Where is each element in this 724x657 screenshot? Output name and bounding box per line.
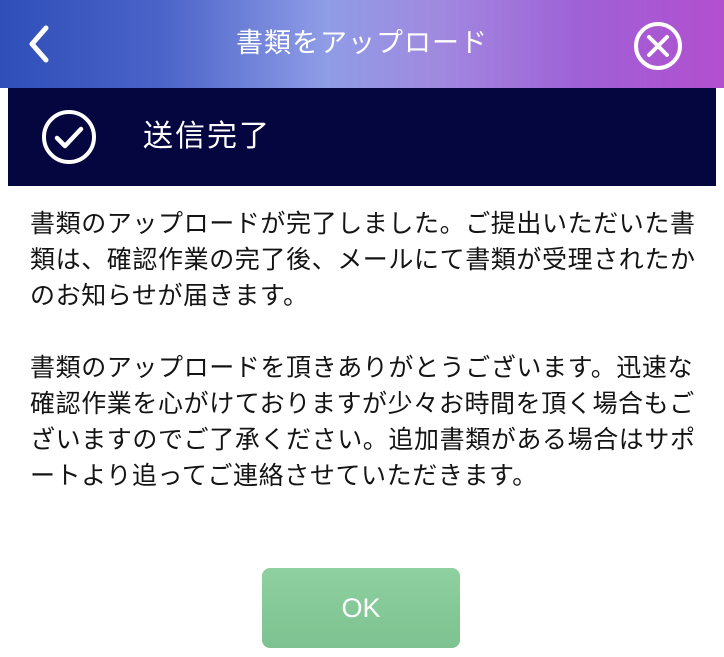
message-paragraph-1: 書類のアップロードが完了しました。ご提出いただいた書類は、確認作業の完了後、メー… — [30, 209, 696, 310]
chevron-left-icon — [29, 25, 49, 63]
back-button[interactable] — [22, 22, 58, 66]
status-text: 送信完了 — [143, 119, 271, 154]
message-paragraph-2: 書類のアップロードを頂きありがとうございます。迅速な確認作業を心がけておりますが… — [30, 353, 696, 490]
header-bar: 書類をアップロード — [0, 0, 724, 88]
status-bar: 送信完了 — [8, 88, 716, 186]
page-title: 書類をアップロード — [236, 28, 488, 59]
close-circle-icon — [634, 22, 682, 70]
check-circle-icon — [42, 110, 96, 164]
close-button[interactable] — [632, 20, 684, 72]
completion-message: 書類のアップロードが完了しました。ご提出いただいた書類は、確認作業の完了後、メー… — [30, 206, 696, 494]
upload-complete-screen: 書類をアップロード 送信完了 書類のアップロードが完了しました。ご提出いただいた… — [0, 0, 724, 657]
ok-button[interactable]: OK — [262, 568, 460, 648]
